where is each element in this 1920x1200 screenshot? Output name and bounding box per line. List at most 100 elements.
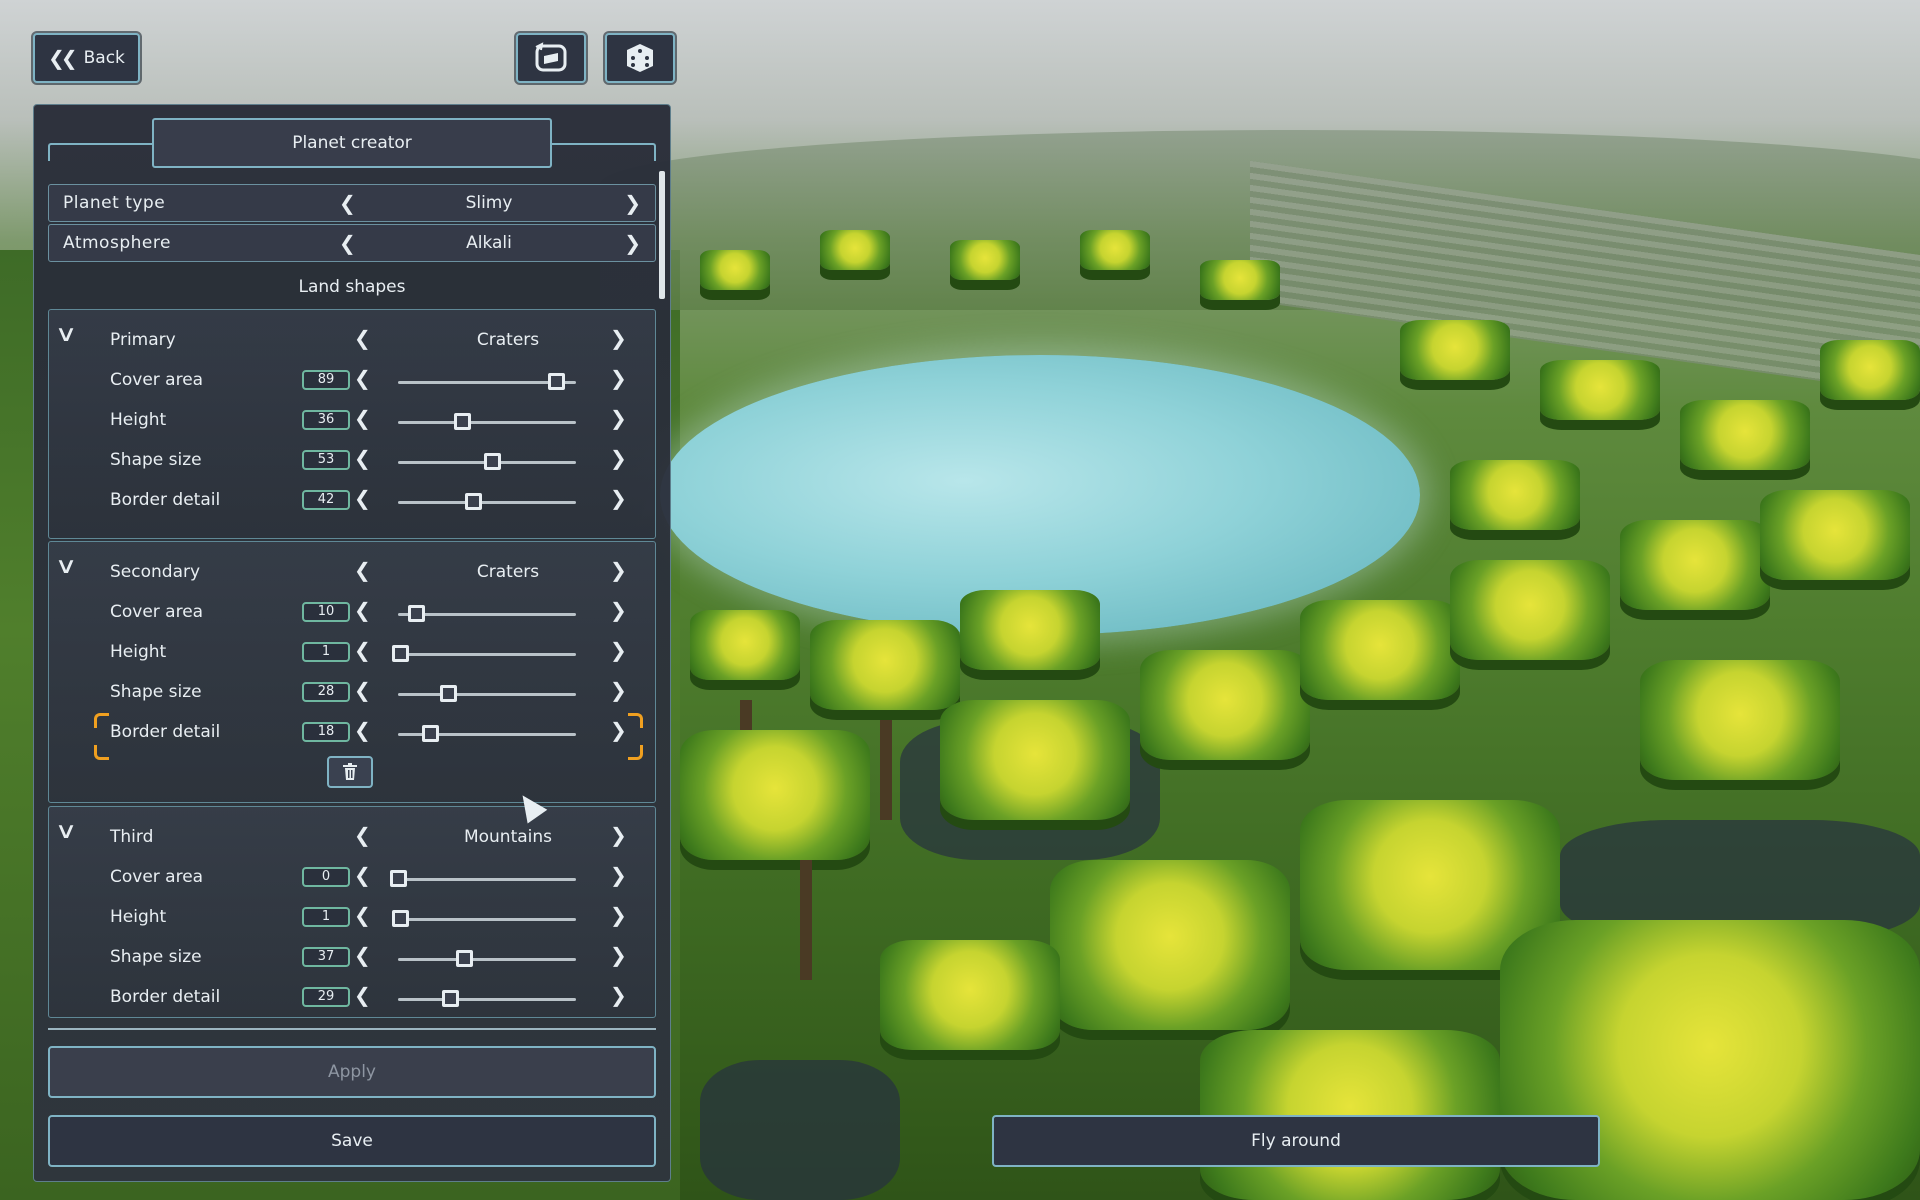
- chevron-left-icon[interactable]: ❮: [339, 191, 356, 215]
- property-value-field[interactable]: 89: [302, 370, 350, 390]
- property-slider[interactable]: [398, 605, 576, 622]
- property-slider[interactable]: [391, 645, 576, 662]
- shape-property-row: Border detail 42 ❮ ❯: [48, 486, 656, 516]
- shape-property-row: Cover area 10 ❮ ❯: [48, 598, 656, 628]
- shape-group-header[interactable]: ∨ Primary ❮ Craters ❯: [48, 322, 656, 356]
- slider-thumb[interactable]: [391, 645, 409, 662]
- voxel-tree: [1760, 490, 1910, 580]
- slider-thumb[interactable]: [484, 453, 502, 470]
- randomize-button[interactable]: [605, 33, 675, 83]
- chevron-right-icon[interactable]: ❯: [610, 943, 627, 967]
- slider-thumb[interactable]: [548, 373, 566, 390]
- chevron-right-icon[interactable]: ❯: [610, 486, 627, 510]
- chevron-right-icon[interactable]: ❯: [610, 326, 627, 350]
- slider-thumb[interactable]: [391, 910, 409, 927]
- shape-group-header[interactable]: ∨ Secondary ❮ Craters ❯: [48, 554, 656, 588]
- shape-property-row: Height 1 ❮ ❯: [48, 638, 656, 668]
- atmosphere-value: Alkali: [466, 233, 512, 253]
- chevron-right-icon[interactable]: ❯: [610, 903, 627, 927]
- property-value-field[interactable]: 29: [302, 987, 350, 1007]
- focus-corner: [628, 745, 643, 760]
- chevron-down-icon[interactable]: ∨: [55, 322, 78, 347]
- chevron-left-icon[interactable]: ❮: [354, 903, 371, 927]
- fly-around-button[interactable]: Fly around: [992, 1115, 1600, 1167]
- shape-property-row: Cover area 89 ❮ ❯: [48, 366, 656, 396]
- planet-type-selector[interactable]: Planet type ❮ Slimy ❯: [48, 184, 656, 222]
- property-slider[interactable]: [398, 990, 576, 1007]
- chevron-down-icon[interactable]: ∨: [55, 554, 78, 579]
- chevron-left-icon[interactable]: ❮: [354, 943, 371, 967]
- slider-thumb[interactable]: [454, 413, 472, 430]
- chevron-right-icon[interactable]: ❯: [610, 823, 627, 847]
- property-value-field[interactable]: 1: [302, 642, 350, 662]
- slider-thumb[interactable]: [464, 493, 482, 510]
- back-button[interactable]: ❮❮ Back: [33, 33, 140, 83]
- chevron-left-icon[interactable]: ❮: [354, 718, 371, 742]
- save-button[interactable]: Save: [48, 1115, 656, 1167]
- chevron-right-icon[interactable]: ❯: [610, 863, 627, 887]
- shadow-water: [700, 1060, 900, 1200]
- slider-thumb[interactable]: [422, 725, 440, 742]
- property-value-field[interactable]: 28: [302, 682, 350, 702]
- chevron-right-icon[interactable]: ❯: [610, 718, 627, 742]
- property-slider[interactable]: [398, 373, 576, 390]
- chevron-left-icon[interactable]: ❮: [354, 638, 371, 662]
- property-slider[interactable]: [398, 493, 576, 510]
- shape-property-row: Shape size 53 ❮ ❯: [48, 446, 656, 476]
- chevron-left-icon[interactable]: ❮: [354, 406, 371, 430]
- property-slider[interactable]: [391, 910, 576, 927]
- slider-thumb[interactable]: [441, 990, 459, 1007]
- slider-thumb[interactable]: [390, 870, 407, 887]
- chevron-left-icon[interactable]: ❮: [354, 678, 371, 702]
- chevron-right-icon[interactable]: ❯: [610, 983, 627, 1007]
- property-value-field[interactable]: 53: [302, 450, 350, 470]
- property-value-field[interactable]: 0: [302, 867, 350, 887]
- chevron-left-icon[interactable]: ❮: [339, 231, 356, 255]
- property-slider[interactable]: [398, 950, 576, 967]
- chevron-left-icon[interactable]: ❮: [354, 823, 371, 847]
- back-label: Back: [83, 48, 125, 68]
- atmosphere-selector[interactable]: Atmosphere ❮ Alkali ❯: [48, 224, 656, 262]
- reset-camera-button[interactable]: [516, 33, 586, 83]
- delete-shape-button[interactable]: [327, 756, 373, 788]
- chevron-right-icon[interactable]: ❯: [624, 191, 641, 215]
- voxel-tree: [820, 230, 890, 270]
- chevron-left-icon[interactable]: ❮: [354, 863, 371, 887]
- chevron-left-icon[interactable]: ❮: [354, 446, 371, 470]
- property-slider[interactable]: [398, 725, 576, 742]
- voxel-tree: [950, 240, 1020, 280]
- chevron-right-icon[interactable]: ❯: [610, 678, 627, 702]
- property-value-field[interactable]: 10: [302, 602, 350, 622]
- property-value-field[interactable]: 37: [302, 947, 350, 967]
- property-value-field[interactable]: 42: [302, 490, 350, 510]
- chevron-down-icon[interactable]: ∨: [55, 819, 78, 844]
- apply-button[interactable]: Apply: [48, 1046, 656, 1098]
- property-value-field[interactable]: 36: [302, 410, 350, 430]
- voxel-tree: [1080, 230, 1150, 270]
- chevron-left-icon[interactable]: ❮: [354, 326, 371, 350]
- chevron-left-icon[interactable]: ❮: [354, 598, 371, 622]
- chevron-right-icon[interactable]: ❯: [624, 231, 641, 255]
- slider-thumb[interactable]: [407, 605, 425, 622]
- slider-thumb[interactable]: [455, 950, 473, 967]
- chevron-left-icon[interactable]: ❮: [354, 558, 371, 582]
- chevron-right-icon[interactable]: ❯: [610, 406, 627, 430]
- property-slider[interactable]: [398, 453, 576, 470]
- chevron-right-icon[interactable]: ❯: [610, 558, 627, 582]
- property-label: Cover area: [110, 602, 204, 622]
- shape-group-header[interactable]: ∨ Third ❮ Mountains ❯: [48, 819, 656, 853]
- chevron-left-icon[interactable]: ❮: [354, 983, 371, 1007]
- shape-group-name: Primary: [110, 330, 176, 350]
- chevron-left-icon[interactable]: ❮: [354, 366, 371, 390]
- chevron-right-icon[interactable]: ❯: [610, 446, 627, 470]
- property-slider[interactable]: [398, 685, 576, 702]
- chevron-right-icon[interactable]: ❯: [610, 638, 627, 662]
- property-value-field[interactable]: 1: [302, 907, 350, 927]
- property-value-field[interactable]: 18: [302, 722, 350, 742]
- chevron-right-icon[interactable]: ❯: [610, 366, 627, 390]
- property-slider[interactable]: [390, 870, 576, 887]
- slider-thumb[interactable]: [439, 685, 457, 702]
- chevron-right-icon[interactable]: ❯: [610, 598, 627, 622]
- chevron-left-icon[interactable]: ❮: [354, 486, 371, 510]
- property-slider[interactable]: [398, 413, 576, 430]
